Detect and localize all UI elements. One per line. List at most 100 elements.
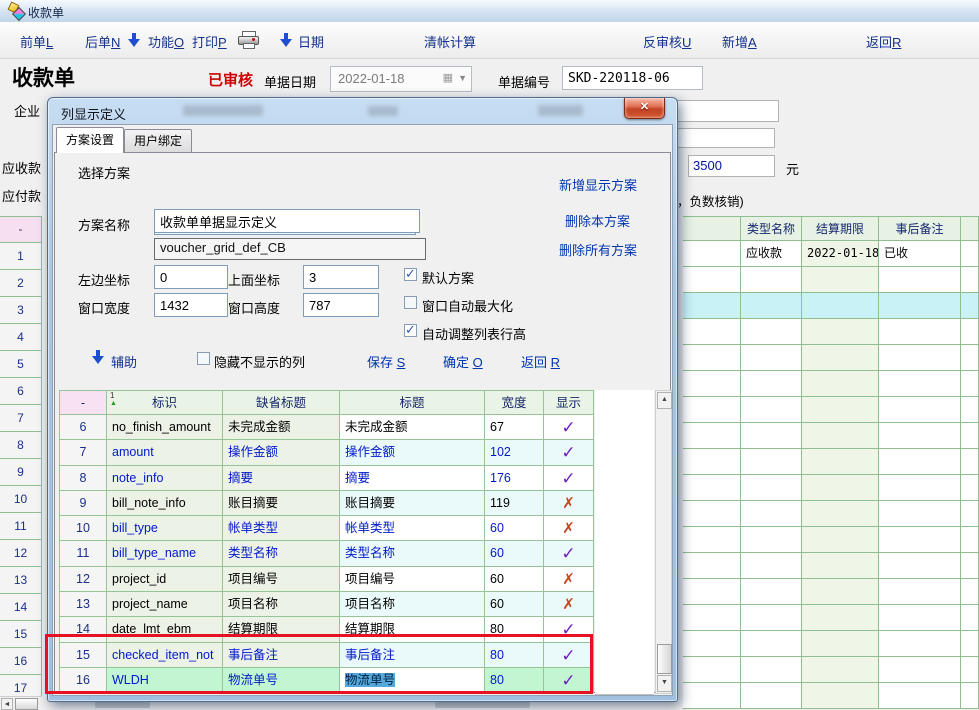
bg-grid-cell[interactable] bbox=[741, 293, 802, 319]
vertical-scrollbar[interactable]: ▲ ▼ bbox=[655, 390, 672, 694]
width-cell[interactable]: 102 bbox=[485, 440, 544, 465]
bg-grid-cell[interactable] bbox=[961, 241, 979, 267]
bg-col-type-name[interactable]: 类型名称 bbox=[741, 216, 802, 241]
down-arrow-icon[interactable] bbox=[92, 350, 104, 364]
add-new-button[interactable]: 新增A bbox=[722, 32, 757, 51]
prev-doc-button[interactable]: 前单L bbox=[20, 32, 53, 51]
bg-grid-cell[interactable] bbox=[741, 605, 802, 631]
bg-grid-cell[interactable] bbox=[683, 631, 741, 657]
doc-number-input[interactable] bbox=[562, 66, 703, 90]
bg-grid-row[interactable] bbox=[683, 293, 979, 319]
hide-hidden-columns-checkbox[interactable] bbox=[197, 352, 210, 365]
bg-grid-row[interactable] bbox=[683, 423, 979, 449]
width-cell[interactable]: 176 bbox=[485, 466, 544, 491]
bg-row-number[interactable]: 2 bbox=[0, 270, 42, 297]
bg-grid-cell[interactable] bbox=[879, 319, 961, 345]
delete-scheme-link[interactable]: 删除本方案 bbox=[565, 211, 630, 230]
printer-icon[interactable] bbox=[238, 31, 259, 48]
title-cell[interactable]: 帐单类型 bbox=[340, 516, 485, 541]
horizontal-scrollbar[interactable]: ◄ bbox=[0, 696, 42, 710]
bg-row-number[interactable]: 16 bbox=[0, 648, 42, 675]
bg-grid-cell[interactable] bbox=[879, 501, 961, 527]
bg-row-number[interactable]: 8 bbox=[0, 432, 42, 459]
default-title-cell[interactable]: 操作金额 bbox=[223, 440, 340, 465]
un-audit-button[interactable]: 反审核U bbox=[643, 32, 691, 51]
bg-grid-cell[interactable] bbox=[802, 423, 879, 449]
helper-menu-button[interactable]: 辅助 bbox=[111, 352, 137, 371]
title-cell[interactable]: 项目名称 bbox=[340, 592, 485, 617]
bg-grid-cell[interactable] bbox=[741, 631, 802, 657]
bg-grid-cell[interactable] bbox=[802, 657, 879, 683]
bg-grid-row[interactable] bbox=[683, 683, 979, 709]
width-cell[interactable]: 119 bbox=[485, 491, 544, 516]
bg-grid-cell[interactable] bbox=[741, 319, 802, 345]
column-id-cell[interactable]: no_finish_amount bbox=[107, 415, 223, 440]
window-width-input[interactable] bbox=[154, 293, 228, 317]
bg-grid-row[interactable] bbox=[683, 449, 979, 475]
date-menu-button[interactable]: 日期 bbox=[298, 32, 324, 51]
bg-grid-cell[interactable] bbox=[879, 631, 961, 657]
col-header-title[interactable]: 标题 bbox=[340, 390, 485, 415]
show-cell[interactable]: ✗ bbox=[544, 516, 594, 541]
tab-scheme-settings[interactable]: 方案设置 bbox=[56, 127, 124, 153]
bg-grid-cell[interactable] bbox=[683, 319, 741, 345]
bg-grid-cell[interactable] bbox=[802, 527, 879, 553]
add-scheme-link[interactable]: 新增显示方案 bbox=[559, 175, 637, 194]
show-cell[interactable]: ✓ bbox=[544, 415, 594, 440]
bg-grid-cell[interactable] bbox=[879, 449, 961, 475]
bg-grid-cell[interactable]: 已收 bbox=[879, 241, 961, 267]
dialog-return-button[interactable]: 返回 R bbox=[521, 352, 560, 371]
bg-grid-cell[interactable] bbox=[961, 267, 979, 293]
title-cell[interactable]: 类型名称 bbox=[340, 541, 485, 566]
bg-grid-row[interactable] bbox=[683, 657, 979, 683]
row-number-cell[interactable]: 6 bbox=[59, 415, 107, 440]
bg-grid-cell[interactable] bbox=[802, 631, 879, 657]
row-number-cell[interactable]: 9 bbox=[59, 491, 107, 516]
bg-grid-cell[interactable] bbox=[961, 501, 979, 527]
width-cell[interactable]: 60 bbox=[485, 567, 544, 592]
bg-row-number[interactable]: 3 bbox=[0, 297, 42, 324]
default-title-cell[interactable]: 项目名称 bbox=[223, 592, 340, 617]
delete-all-schemes-link[interactable]: 删除所有方案 bbox=[559, 240, 637, 259]
bg-grid-cell[interactable] bbox=[961, 605, 979, 631]
bg-grid-cell[interactable] bbox=[802, 501, 879, 527]
tab-user-binding[interactable]: 用户绑定 bbox=[124, 129, 192, 152]
bg-grid-cell[interactable] bbox=[879, 423, 961, 449]
bg-grid-cell[interactable] bbox=[961, 579, 979, 605]
column-id-cell[interactable]: amount bbox=[107, 440, 223, 465]
bg-grid-row[interactable] bbox=[683, 397, 979, 423]
bg-grid-cell[interactable] bbox=[802, 605, 879, 631]
bg-row-number[interactable]: 12 bbox=[0, 540, 42, 567]
column-id-cell[interactable]: bill_note_info bbox=[107, 491, 223, 516]
bg-grid-cell[interactable] bbox=[879, 371, 961, 397]
bg-row-number[interactable]: 9 bbox=[0, 459, 42, 486]
bg-grid-cell[interactable] bbox=[683, 267, 741, 293]
scroll-down-icon[interactable]: ▼ bbox=[657, 675, 672, 692]
clear-account-calc-button[interactable]: 清帐计算 bbox=[424, 32, 476, 51]
bg-grid-row[interactable] bbox=[683, 475, 979, 501]
bg-grid-cell[interactable] bbox=[961, 553, 979, 579]
width-cell[interactable]: 60 bbox=[485, 541, 544, 566]
bg-grid-cell[interactable] bbox=[961, 683, 979, 709]
bg-grid-cell[interactable] bbox=[741, 579, 802, 605]
bg-grid-cell[interactable] bbox=[683, 397, 741, 423]
bg-grid-cell[interactable] bbox=[741, 423, 802, 449]
row-number-cell[interactable]: 8 bbox=[59, 466, 107, 491]
bg-grid-cell[interactable] bbox=[879, 397, 961, 423]
calendar-icon[interactable]: ▦ bbox=[443, 71, 453, 84]
ok-button[interactable]: 确定 O bbox=[443, 352, 483, 371]
bg-row-number[interactable]: 1 bbox=[0, 243, 42, 270]
left-coord-input[interactable] bbox=[154, 265, 228, 289]
bg-grid-cell[interactable] bbox=[802, 267, 879, 293]
bg-grid-cell[interactable]: 2022-01-18 bbox=[802, 241, 879, 267]
bg-grid-cell[interactable] bbox=[683, 605, 741, 631]
show-cell[interactable]: ✓ bbox=[544, 541, 594, 566]
scrollbar-thumb[interactable] bbox=[657, 644, 672, 674]
bg-grid-cell[interactable] bbox=[683, 501, 741, 527]
return-button[interactable]: 返回R bbox=[866, 32, 901, 51]
bg-grid-row[interactable] bbox=[683, 579, 979, 605]
bg-row-number[interactable]: 14 bbox=[0, 594, 42, 621]
bg-grid-cell[interactable] bbox=[683, 527, 741, 553]
col-header-show[interactable]: 显示 bbox=[544, 390, 594, 415]
show-cell[interactable]: ✗ bbox=[544, 592, 594, 617]
